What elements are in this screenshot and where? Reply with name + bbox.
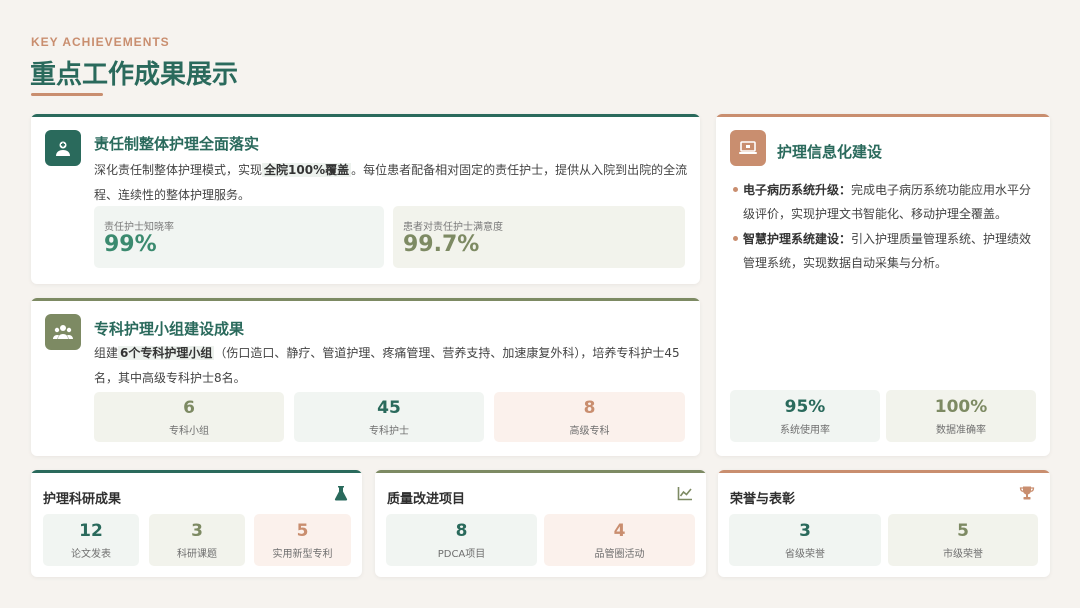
card-topbar [31,114,700,117]
stat-label: 责任护士知晓率 [104,222,174,233]
card-topbar [716,114,1050,117]
stat-box: 100% 数据准确率 [886,390,1036,442]
stat-value: 12 [79,520,103,541]
stat-box: 3 科研课题 [149,514,245,566]
list-item: 电子病历系统升级：完成电子病历系统功能应用水平分级评价，实现护理文书智能化、移动… [733,178,1041,226]
card-topbar [375,470,706,473]
stat-box: 6 专科小组 [94,392,284,442]
highlight-text: 全院100%覆盖 [262,163,352,177]
card-title: 护理科研成果 [43,492,122,507]
stat-label: 患者对责任护士满意度 [403,222,503,233]
card-title: 护理信息化建设 [777,143,883,161]
bullet-dot [733,187,738,192]
stat-label: 高级专科 [569,425,610,437]
card-specialty-groups: 专科护理小组建设成果 组建 6个专科护理小组 （伤口造口、静疗、管道护理、疼痛管理、… [31,298,700,456]
stat-box: 3 省级荣誉 [729,514,881,566]
stat-value: 4 [613,520,626,541]
card-title: 责任制整体护理全面落实 [94,135,260,153]
stat-value: 99% [104,232,157,257]
card-title: 质量改进项目 [387,492,466,507]
section-eyebrow: KEY ACHIEVEMENTS [31,35,170,49]
stat-value: 3 [191,520,203,541]
stat-box: 5 市级荣誉 [888,514,1038,566]
card-description: 深化责任制整体护理模式，实现 全院100%覆盖 。每位患者配备相对固定的责任护士，提… [94,163,688,202]
card-title: 荣誉与表彰 [730,492,796,507]
stat-label: 市级荣誉 [943,548,983,560]
stat-value: 100% [934,396,988,417]
stat-box: 8 PDCA项目 [386,514,537,566]
card-quality-improvement: 质量改进项目 8 PDCA项目 4 品管圈活动 [375,470,706,577]
page-title: 重点工作成果展示 [30,60,239,90]
stat-value: 5 [296,520,309,541]
stat-label: 品管圈活动 [594,548,645,560]
stat-box: 4 品管圈活动 [544,514,695,566]
card-topbar [31,298,700,301]
stat-box: 12 论文发表 [43,514,139,566]
stat-box: 95% 系统使用率 [730,390,880,442]
stat-value: 5 [957,520,969,541]
card-topbar [718,470,1050,473]
stat-box: 8 高级专科 [494,392,685,442]
stat-label: 专科小组 [169,425,209,437]
list-item: 智慧护理系统建设：引入护理质量管理系统、护理绩效管理系统，实现数据自动采集与分析… [733,227,1041,275]
stat-label: 专科护士 [369,425,409,437]
card-nursing-informatization: 护理信息化建设 电子病历系统升级：完成电子病历系统功能应用水平分级评价，实现护理… [716,114,1050,456]
card-topbar [31,470,362,473]
chart-line-icon [677,487,692,501]
stat-value: 3 [799,520,811,541]
stat-label: PDCA项目 [437,548,486,560]
bullet-dot [733,236,738,241]
stat-label: 系统使用率 [780,424,830,436]
card-responsibility-nursing: 责任制整体护理全面落实 深化责任制整体护理模式，实现 全院100%覆盖 。每位患者配… [31,114,700,284]
stat-value: 99.7% [403,232,480,257]
stat-box: 患者对责任护士满意度 99.7% [393,206,685,268]
card-title: 专科护理小组建设成果 [94,320,245,338]
card-nursing-research: 护理科研成果 12 论文发表 3 科研课题 5 实用新型专利 [31,470,362,577]
stat-value: 6 [183,397,195,418]
trophy-icon [1019,486,1035,500]
stat-label: 科研课题 [177,548,217,560]
stat-label: 数据准确率 [936,424,986,436]
title-underline [31,93,103,96]
nurse-icon [45,130,81,166]
stat-label: 论文发表 [71,548,111,560]
stat-value: 8 [583,397,596,418]
laptop-icon [730,130,766,166]
stat-value: 8 [455,520,468,541]
highlight-text: 6个专科护理小组 [118,346,215,360]
stat-label: 实用新型专利 [272,548,333,560]
card-description: 组建 6个专科护理小组 （伤口造口、静疗、管道护理、疼痛管理、营养支持、加速康复外科… [94,346,680,385]
flask-icon [334,486,348,501]
stat-value: 45 [377,397,401,418]
stat-label: 省级荣誉 [785,548,825,560]
card-honors: 荣誉与表彰 3 省级荣誉 5 市级荣誉 [718,470,1050,577]
stat-value: 95% [784,396,826,417]
stat-box: 责任护士知晓率 99% [94,206,384,268]
stat-box: 5 实用新型专利 [254,514,351,566]
stat-box: 45 专科护士 [294,392,484,442]
team-icon [45,314,81,350]
